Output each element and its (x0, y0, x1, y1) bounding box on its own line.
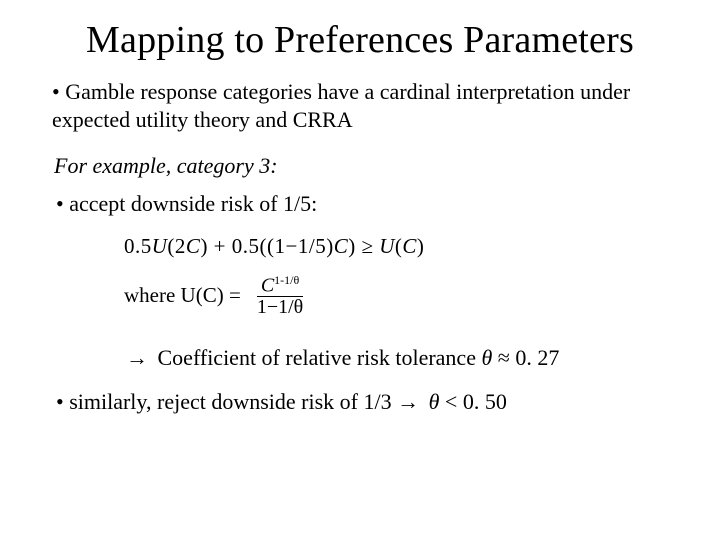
arrow-icon: → (126, 345, 148, 370)
where-prefix: where U(C) = (124, 282, 241, 309)
example-label: For example, category 3: (54, 152, 686, 180)
fraction: C1-1/θ 1−1/θ (253, 274, 307, 319)
coefficient-line: → Coefficient of relative risk tolerance… (126, 344, 686, 372)
bullet-intro: • Gamble response categories have a card… (52, 78, 686, 134)
bullet-accept: • accept downside risk of 1/5: (56, 190, 686, 218)
slide: Mapping to Preferences Parameters • Gamb… (0, 0, 720, 540)
theta-symbol: θ (481, 345, 492, 370)
math-inequality: 0.5U(2C) + 0.5((1−1/5)C) ≥ U(C) (124, 233, 686, 260)
math-block: 0.5U(2C) + 0.5((1−1/5)C) ≥ U(C) where U(… (124, 233, 686, 319)
similar-prefix: • similarly, reject downside risk of 1/3 (56, 389, 397, 414)
fraction-numerator: C1-1/θ (257, 274, 303, 298)
fraction-denominator: 1−1/θ (253, 297, 307, 318)
arrow-icon: → (397, 389, 419, 414)
frac-num-base: C (261, 274, 274, 296)
theta-symbol-2: θ (429, 389, 440, 414)
slide-title: Mapping to Preferences Parameters (34, 18, 686, 62)
lt-symbol: < (439, 389, 462, 414)
math-where: where U(C) = C1-1/θ 1−1/θ (124, 274, 686, 319)
similar-value: 0. 50 (463, 389, 507, 414)
coef-value: 0. 27 (515, 345, 559, 370)
frac-num-exp: 1-1/θ (274, 273, 299, 287)
approx-symbol: ≈ (492, 345, 515, 370)
slide-body: • Gamble response categories have a card… (34, 78, 686, 416)
bullet-similar: • similarly, reject downside risk of 1/3… (56, 388, 686, 416)
coef-text: Coefficient of relative risk tolerance (158, 345, 482, 370)
